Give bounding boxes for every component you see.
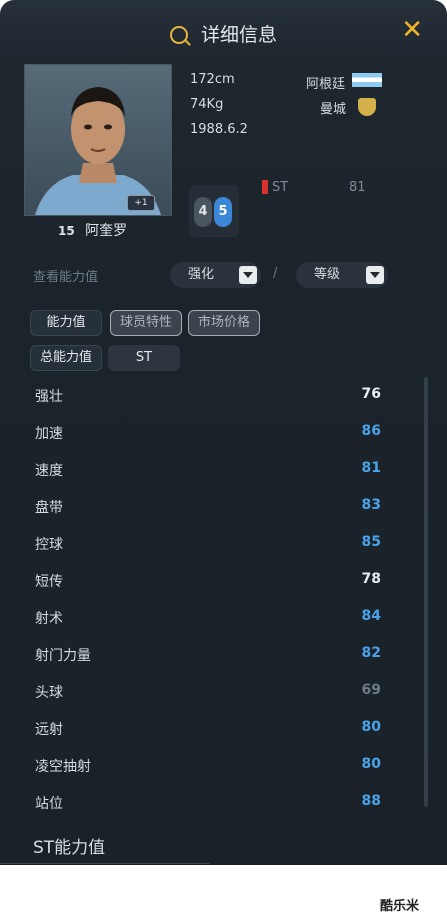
dropdown-separator: /: [273, 266, 278, 281]
chevron-down-icon: [366, 266, 384, 284]
player-club: 曼城: [320, 102, 347, 117]
chevron-down-icon: [239, 266, 257, 284]
stat-row: 加速 86: [0, 414, 447, 451]
enhance-dropdown-label: 强化: [188, 267, 215, 282]
position-rating: 81: [349, 180, 366, 195]
player-detail-panel: 详细信息 ✕ +1 15 阿奎罗 172cm 74Kg 1988.6.2 阿根廷…: [0, 0, 447, 865]
stat-value: 78: [361, 571, 381, 587]
stat-value: 69: [361, 682, 381, 698]
subtab-overall[interactable]: 总能力值: [30, 345, 102, 371]
club-crest-icon: [358, 98, 376, 116]
stat-row: 射术 84: [0, 599, 447, 636]
foot-rating-box: 4 5: [189, 185, 239, 237]
stat-row: 速度 81: [0, 451, 447, 488]
weak-foot-rating: 4: [194, 197, 212, 227]
stat-name: 速度: [35, 463, 63, 479]
stat-value: 81: [361, 460, 381, 476]
stats-scrollbar[interactable]: [424, 377, 428, 807]
stats-list: 强壮 76 加速 86 速度 81 盘带 83 控球 85 短传 78 射术 84 射门力量 8…: [0, 377, 447, 821]
player-name-text: 阿奎罗: [85, 223, 128, 239]
section-title-st-stats: ST能力值: [33, 838, 106, 858]
stat-name: 控球: [35, 537, 63, 553]
stat-value: 80: [361, 719, 381, 735]
stat-value: 83: [361, 497, 381, 513]
search-icon: [169, 26, 188, 44]
stat-row: 站位 88: [0, 784, 447, 821]
player-name: 15 阿奎罗: [58, 220, 127, 240]
view-stats-label: 查看能力值: [33, 270, 99, 285]
stat-name: 射门力量: [35, 648, 91, 664]
stat-name: 短传: [35, 574, 63, 590]
skill-moves-rating: 5: [214, 197, 232, 227]
stat-value: 76: [361, 386, 381, 402]
close-icon[interactable]: ✕: [401, 17, 423, 43]
stat-value: 84: [361, 608, 381, 624]
player-nation: 阿根廷: [306, 77, 346, 92]
stat-row: 远射 80: [0, 710, 447, 747]
player-weight: 74Kg: [190, 97, 224, 112]
enhance-dropdown[interactable]: 强化: [170, 262, 261, 288]
player-portrait: [35, 87, 161, 215]
stat-name: 远射: [35, 722, 63, 738]
stat-value: 86: [361, 423, 381, 439]
stat-name: 凌空抽射: [35, 759, 91, 775]
stat-value: 80: [361, 756, 381, 772]
player-number: 15: [58, 224, 75, 238]
stat-row: 凌空抽射 80: [0, 747, 447, 784]
subtab-st[interactable]: ST: [108, 345, 180, 371]
divider: [0, 863, 210, 864]
header: 详细信息 ✕: [0, 0, 447, 62]
stat-row: 短传 78: [0, 562, 447, 599]
stat-row: 控球 85: [0, 525, 447, 562]
grade-dropdown[interactable]: 等级: [296, 262, 388, 288]
tab-stats[interactable]: 能力值: [30, 310, 102, 336]
stat-row: 强壮 76: [0, 377, 447, 414]
argentina-flag-icon: [352, 73, 382, 87]
photo-badge: +1: [127, 195, 155, 211]
player-height: 172cm: [190, 72, 235, 87]
tab-market-price[interactable]: 市场价格: [188, 310, 260, 336]
stat-value: 82: [361, 645, 381, 661]
stat-name: 站位: [35, 796, 63, 812]
title-bar: 详细信息: [0, 20, 447, 47]
stat-name: 强壮: [35, 389, 63, 405]
position-label: ST: [272, 180, 289, 195]
page-title: 详细信息: [201, 24, 278, 46]
stat-row: 头球 69: [0, 673, 447, 710]
stat-row: 盘带 83: [0, 488, 447, 525]
stat-value: 88: [361, 793, 381, 809]
stat-name: 盘带: [35, 500, 63, 516]
stat-row: 射门力量 82: [0, 636, 447, 673]
position-marker-icon: [262, 180, 268, 194]
stat-name: 头球: [35, 685, 63, 701]
tab-traits[interactable]: 球员特性: [110, 310, 182, 336]
player-birth: 1988.6.2: [190, 122, 248, 137]
stat-value: 85: [361, 534, 381, 550]
stat-name: 射术: [35, 611, 63, 627]
watermark-logo: 酷乐米: [380, 899, 420, 914]
stat-name: 加速: [35, 426, 63, 442]
player-photo: +1: [24, 64, 172, 216]
grade-dropdown-label: 等级: [314, 267, 341, 282]
